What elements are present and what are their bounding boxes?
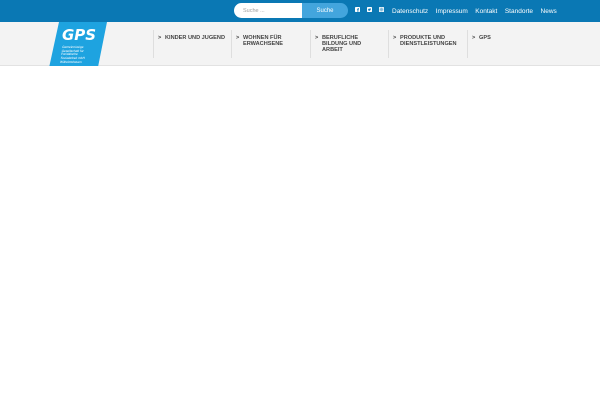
nav-item-gps[interactable]: > GPS: [467, 30, 541, 58]
link-standorte[interactable]: Standorte: [505, 8, 533, 15]
nav-arrow-icon: >: [393, 35, 397, 41]
twitter-icon[interactable]: [367, 7, 372, 12]
link-kontakt[interactable]: Kontakt: [475, 8, 497, 15]
nav-item-produkte-und-dienstleistungen[interactable]: > PRODUKTE UND DIENSTLEISTUNGEN: [388, 30, 466, 58]
nav-item-label: BERUFLICHE BILDUNG UND ARBEIT: [322, 35, 362, 53]
nav-arrow-icon: >: [315, 35, 319, 41]
nav-item-label: PRODUKTE UND DIENSTLEISTUNGEN: [400, 35, 457, 47]
nav-item-label: WOHNEN FÜR ERWACHSENE: [243, 35, 283, 47]
instagram-icon[interactable]: [379, 7, 384, 12]
link-datenschutz[interactable]: Datenschutz: [392, 8, 428, 15]
nav-arrow-icon: >: [158, 35, 162, 41]
link-news[interactable]: News: [541, 8, 557, 15]
logo-tagline: Gemeinnützige Gesellschaft für Paritätis…: [59, 45, 86, 64]
nav-item-label: KINDER UND JUGEND: [165, 35, 225, 41]
nav-arrow-icon: >: [236, 35, 240, 41]
nav-item-kinder-und-jugend[interactable]: > KINDER UND JUGEND: [153, 30, 227, 58]
nav-item-berufliche-bildung-und-arbeit[interactable]: > BERUFLICHE BILDUNG UND ARBEIT: [310, 30, 366, 58]
top-bar: Suche Datenschutz Impressum Kontakt Stan…: [0, 0, 600, 22]
top-links: Datenschutz Impressum Kontakt Standorte …: [392, 0, 564, 22]
facebook-icon[interactable]: [355, 7, 360, 12]
search-button[interactable]: Suche: [302, 3, 348, 18]
search-form: Suche: [234, 3, 348, 18]
search-input[interactable]: [234, 3, 302, 18]
main-content-area: [0, 66, 600, 400]
logo-mark: GPS: [62, 26, 96, 44]
link-impressum[interactable]: Impressum: [436, 8, 468, 15]
nav-item-label: GPS: [479, 35, 491, 41]
nav-item-wohnen-fuer-erwachsene[interactable]: > WOHNEN FÜR ERWACHSENE: [231, 30, 305, 58]
nav-arrow-icon: >: [472, 35, 476, 41]
